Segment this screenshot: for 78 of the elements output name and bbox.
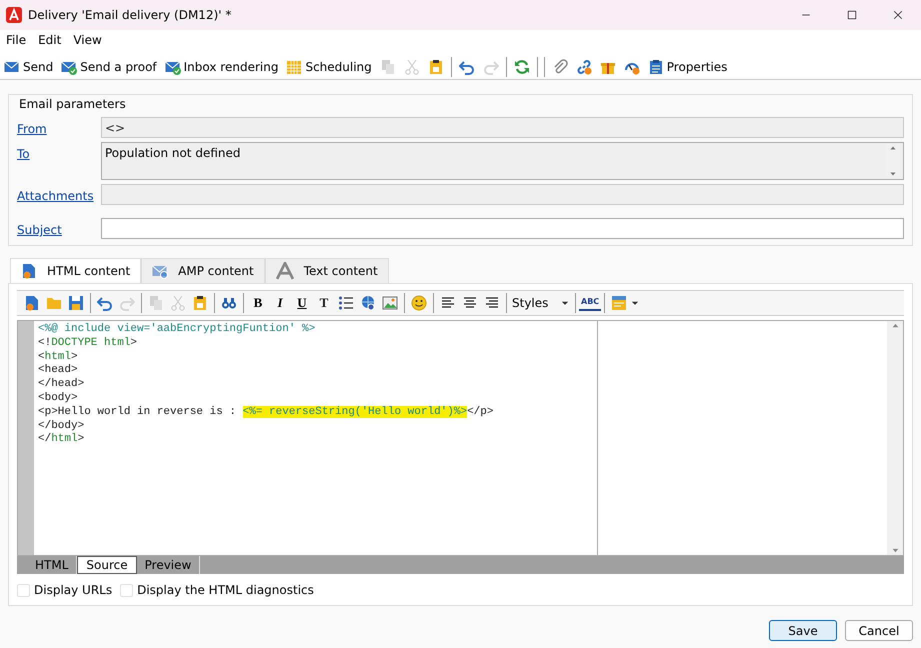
cut-icon — [404, 58, 420, 74]
binoculars-icon — [221, 295, 237, 311]
checkbox-label: Display URLs — [34, 582, 112, 599]
toolbar-button[interactable]: Send a proof — [57, 54, 161, 78]
redo-icon — [482, 58, 499, 74]
dialog-button[interactable]: Save — [769, 620, 837, 641]
calendar-icon — [286, 58, 302, 74]
code-line: <head> — [38, 364, 79, 378]
input-field[interactable] — [101, 184, 904, 205]
code-line: <html> — [38, 350, 79, 364]
copy-icon — [148, 295, 164, 311]
toolbar-button[interactable]: Scheduling — [282, 54, 376, 78]
content-tab[interactable]: AMP content — [141, 258, 265, 283]
format-button[interactable]: U — [291, 292, 313, 314]
code-line: <body> — [38, 392, 79, 406]
close-icon — [892, 9, 904, 21]
toolbar-button[interactable]: Properties — [644, 54, 732, 78]
app-logo-icon — [6, 7, 22, 23]
field-value: Population not defined — [105, 145, 242, 162]
image-icon — [382, 295, 398, 311]
checkbox[interactable] — [120, 584, 134, 596]
code-line: <!DOCTYPE html> — [38, 336, 138, 351]
copy-icon — [380, 58, 396, 74]
code-line: </head> — [38, 378, 86, 392]
scroll-down-icon — [889, 170, 897, 178]
recipient-field[interactable]: Population not defined — [101, 142, 904, 180]
redo-icon — [119, 295, 135, 311]
clipboard-icon — [648, 58, 664, 74]
cut-icon — [170, 295, 186, 311]
code-line: </body> — [38, 420, 86, 433]
view-tab[interactable]: Preview — [136, 556, 200, 574]
envelope-icon — [152, 263, 168, 279]
menu-item[interactable]: File — [0, 31, 32, 49]
window-title: Delivery 'Email delivery (DM12)' * — [28, 7, 232, 24]
code-line: <p>Hello world in reverse is : <%= reverseString('Hello world')%></p> — [38, 406, 494, 420]
undo-icon — [458, 58, 475, 74]
view-tab[interactable]: Source — [77, 556, 137, 574]
folder-icon — [46, 295, 62, 311]
scroll-up-icon — [890, 321, 900, 330]
paste-icon — [192, 295, 208, 311]
new-document-icon — [24, 295, 40, 311]
toolbar-button[interactable]: Send — [0, 54, 58, 78]
format-button[interactable]: I — [269, 292, 291, 314]
checkbox-label: Display the HTML diagnostics — [137, 582, 314, 599]
dialog-button[interactable]: Cancel — [845, 620, 913, 641]
smiley-icon — [411, 295, 427, 311]
input-field[interactable]: <> — [101, 117, 904, 138]
scrollbar[interactable] — [887, 321, 903, 555]
field-link[interactable]: From — [17, 117, 101, 138]
link-icon — [576, 58, 592, 74]
format-button[interactable]: ABC — [579, 295, 602, 311]
menu-item[interactable]: View — [67, 31, 108, 49]
undo-icon — [97, 295, 113, 311]
content-tab[interactable]: Text content — [264, 258, 389, 283]
document-icon — [21, 263, 37, 279]
code-line: </html> — [38, 433, 86, 448]
paste-icon — [428, 58, 444, 74]
field-link[interactable]: Subject — [17, 218, 101, 239]
code-line: <%@ include view='aabEncryptingFuntion' %> — [38, 323, 316, 337]
styles-dropdown[interactable]: Styles — [510, 292, 572, 314]
scroll-up-icon — [889, 144, 897, 152]
bulleted-list-icon — [338, 295, 354, 311]
paperclip-icon — [552, 58, 568, 74]
format-button[interactable]: T — [313, 292, 335, 314]
menu-item[interactable]: Edit — [32, 31, 68, 49]
content-tab[interactable]: HTML content — [10, 258, 142, 283]
checkbox[interactable] — [17, 584, 30, 596]
letter-a-icon — [276, 262, 294, 280]
maximize-icon — [846, 9, 858, 21]
toolbar-button[interactable]: Inbox rendering — [160, 54, 282, 78]
save-icon — [68, 295, 84, 311]
globe-icon — [360, 295, 376, 311]
input-field[interactable] — [101, 218, 904, 239]
content-block-icon — [611, 295, 628, 311]
field-link[interactable]: Attachments — [17, 184, 101, 205]
format-button[interactable]: B — [247, 292, 269, 314]
field-link[interactable]: To — [17, 142, 101, 163]
refresh-icon — [514, 58, 530, 74]
